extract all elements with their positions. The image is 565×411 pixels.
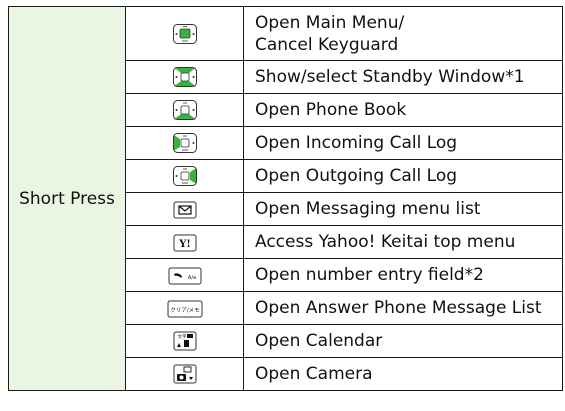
description-line-2: Cancel Keyguard (255, 34, 399, 55)
description-cell: Open Phone Book (243, 93, 563, 127)
center-key-icon (172, 23, 198, 45)
svg-text:A/a: A/a (187, 275, 195, 281)
description-cell: Open Outgoing Call Log (243, 159, 563, 193)
description-cell: Open Main Menu/ Cancel Keyguard (243, 6, 563, 61)
key-function-table: Short Press Open Main Menu/ Cancel Keygu… (8, 6, 563, 391)
calendar-key-icon: 文字 (173, 331, 197, 351)
key-icon-cell (125, 159, 244, 193)
svg-text:Y!: Y! (178, 239, 191, 250)
camera-key-icon (173, 364, 197, 384)
description-cell: Open Camera (243, 357, 563, 391)
down-key-icon (172, 99, 198, 121)
description-cell: Show/select Standby Window*1 (243, 60, 563, 94)
send-key-icon: A/a (168, 267, 202, 285)
key-icon-cell: 文字 (125, 324, 244, 358)
left-key-icon (172, 132, 198, 154)
description-cell: Access Yahoo! Keitai top menu (243, 225, 563, 259)
description-line-1: Open Main Menu/ (255, 12, 405, 33)
clear-key-icon: クリア/メモ (167, 300, 203, 318)
description-text: Open Camera (255, 364, 373, 384)
description-cell: Open Calendar (243, 324, 563, 358)
key-icon-cell (125, 60, 244, 94)
description-text: Open Answer Phone Message List (255, 298, 542, 318)
key-icon-cell (125, 93, 244, 127)
group-cell: Short Press (8, 6, 126, 391)
description-cell: Open Answer Phone Message List (243, 291, 563, 325)
description-text: Open Phone Book (255, 100, 407, 120)
table-row: Short Press Open Main Menu/ Cancel Keygu… (8, 6, 563, 391)
key-icon-cell: A/a (125, 258, 244, 292)
description-cell: Open number entry field*2 (243, 258, 563, 292)
mail-key-icon (173, 201, 197, 219)
right-key-icon (172, 165, 198, 187)
group-label: Short Press (19, 188, 115, 209)
description-cell: Open Incoming Call Log (243, 126, 563, 160)
key-icon-cell: クリア/メモ (125, 291, 244, 325)
key-icon-cell (125, 357, 244, 391)
description-text: Open number entry field*2 (255, 265, 484, 285)
description-text: Open Messaging menu list (255, 199, 481, 219)
up-down-key-icon (172, 66, 198, 88)
key-icon-cell (125, 192, 244, 226)
description-cell: Open Messaging menu list (243, 192, 563, 226)
description-text: Open Incoming Call Log (255, 133, 458, 153)
yahoo-key-icon: Y! (173, 234, 197, 252)
description-text: Open Outgoing Call Log (255, 166, 458, 186)
description-text: Open Calendar (255, 331, 383, 351)
description-text: Show/select Standby Window*1 (255, 67, 525, 87)
key-icon-cell (125, 6, 244, 61)
svg-text:文字: 文字 (177, 333, 186, 340)
svg-text:クリア/メモ: クリア/メモ (170, 307, 199, 314)
description-text: Access Yahoo! Keitai top menu (255, 232, 516, 252)
key-icon-cell: Y! (125, 225, 244, 259)
key-icon-cell (125, 126, 244, 160)
